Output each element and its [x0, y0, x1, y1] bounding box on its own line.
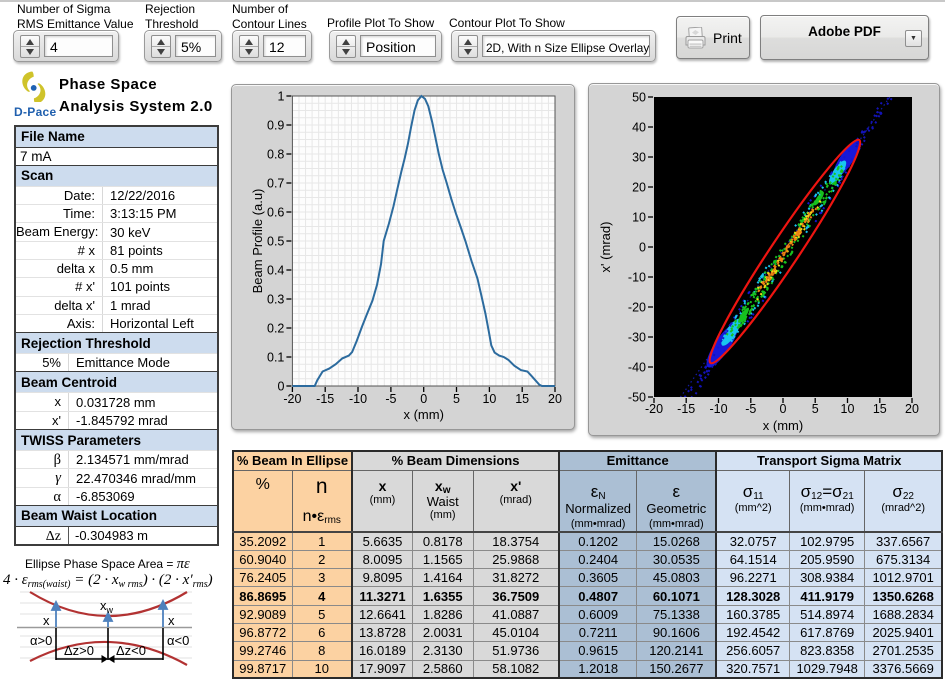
svg-text:10: 10: [482, 392, 496, 406]
svg-text:0: 0: [780, 402, 787, 416]
svg-text:20: 20: [632, 180, 646, 194]
svg-text:0: 0: [420, 392, 427, 406]
svg-text:-40: -40: [628, 360, 646, 374]
svg-text:20: 20: [548, 392, 562, 406]
svg-text:5: 5: [453, 392, 460, 406]
svg-text:15: 15: [873, 402, 887, 416]
svg-text:x' (mrad): x' (mrad): [598, 222, 613, 273]
svg-text:0.2: 0.2: [267, 321, 284, 335]
svg-text:50: 50: [632, 90, 646, 104]
svg-text:x (mm): x (mm): [403, 407, 443, 422]
svg-text:0: 0: [639, 240, 646, 254]
svg-text:0.8: 0.8: [267, 147, 284, 161]
svg-text:0.3: 0.3: [267, 292, 284, 306]
svg-text:xw: xw: [100, 598, 114, 615]
svg-text:x (mm): x (mm): [763, 418, 803, 433]
svg-text:Beam Profile (a.u): Beam Profile (a.u): [250, 189, 265, 294]
svg-text:40: 40: [632, 120, 646, 134]
svg-text:-15: -15: [316, 392, 334, 406]
svg-text:0.4: 0.4: [267, 263, 284, 277]
svg-text:0.9: 0.9: [267, 118, 284, 132]
svg-text:-15: -15: [677, 402, 695, 416]
svg-text:15: 15: [515, 392, 529, 406]
svg-text:0.1: 0.1: [267, 350, 284, 364]
svg-text:10: 10: [632, 210, 646, 224]
svg-text:Δz<0: Δz<0: [116, 643, 146, 658]
svg-text:-5: -5: [745, 402, 756, 416]
svg-text:-10: -10: [628, 270, 646, 284]
svg-text:x: x: [43, 613, 50, 628]
svg-text:0.7: 0.7: [267, 176, 284, 190]
svg-text:0.5: 0.5: [267, 234, 284, 248]
svg-text:1: 1: [277, 89, 284, 103]
svg-text:5: 5: [812, 402, 819, 416]
svg-text:x: x: [168, 613, 175, 628]
svg-text:-20: -20: [645, 402, 663, 416]
svg-text:-20: -20: [283, 392, 301, 406]
svg-text:0.6: 0.6: [267, 205, 284, 219]
svg-text:-10: -10: [709, 402, 727, 416]
svg-text:20: 20: [905, 402, 919, 416]
svg-text:10: 10: [841, 402, 855, 416]
svg-text:-5: -5: [385, 392, 396, 406]
svg-text:30: 30: [632, 150, 646, 164]
svg-text:-50: -50: [628, 390, 646, 404]
svg-text:-10: -10: [349, 392, 367, 406]
svg-text:Δz>0: Δz>0: [64, 643, 94, 658]
svg-text:α<0: α<0: [167, 633, 189, 648]
svg-text:-20: -20: [628, 300, 646, 314]
svg-text:-30: -30: [628, 330, 646, 344]
svg-text:α>0: α>0: [30, 633, 52, 648]
